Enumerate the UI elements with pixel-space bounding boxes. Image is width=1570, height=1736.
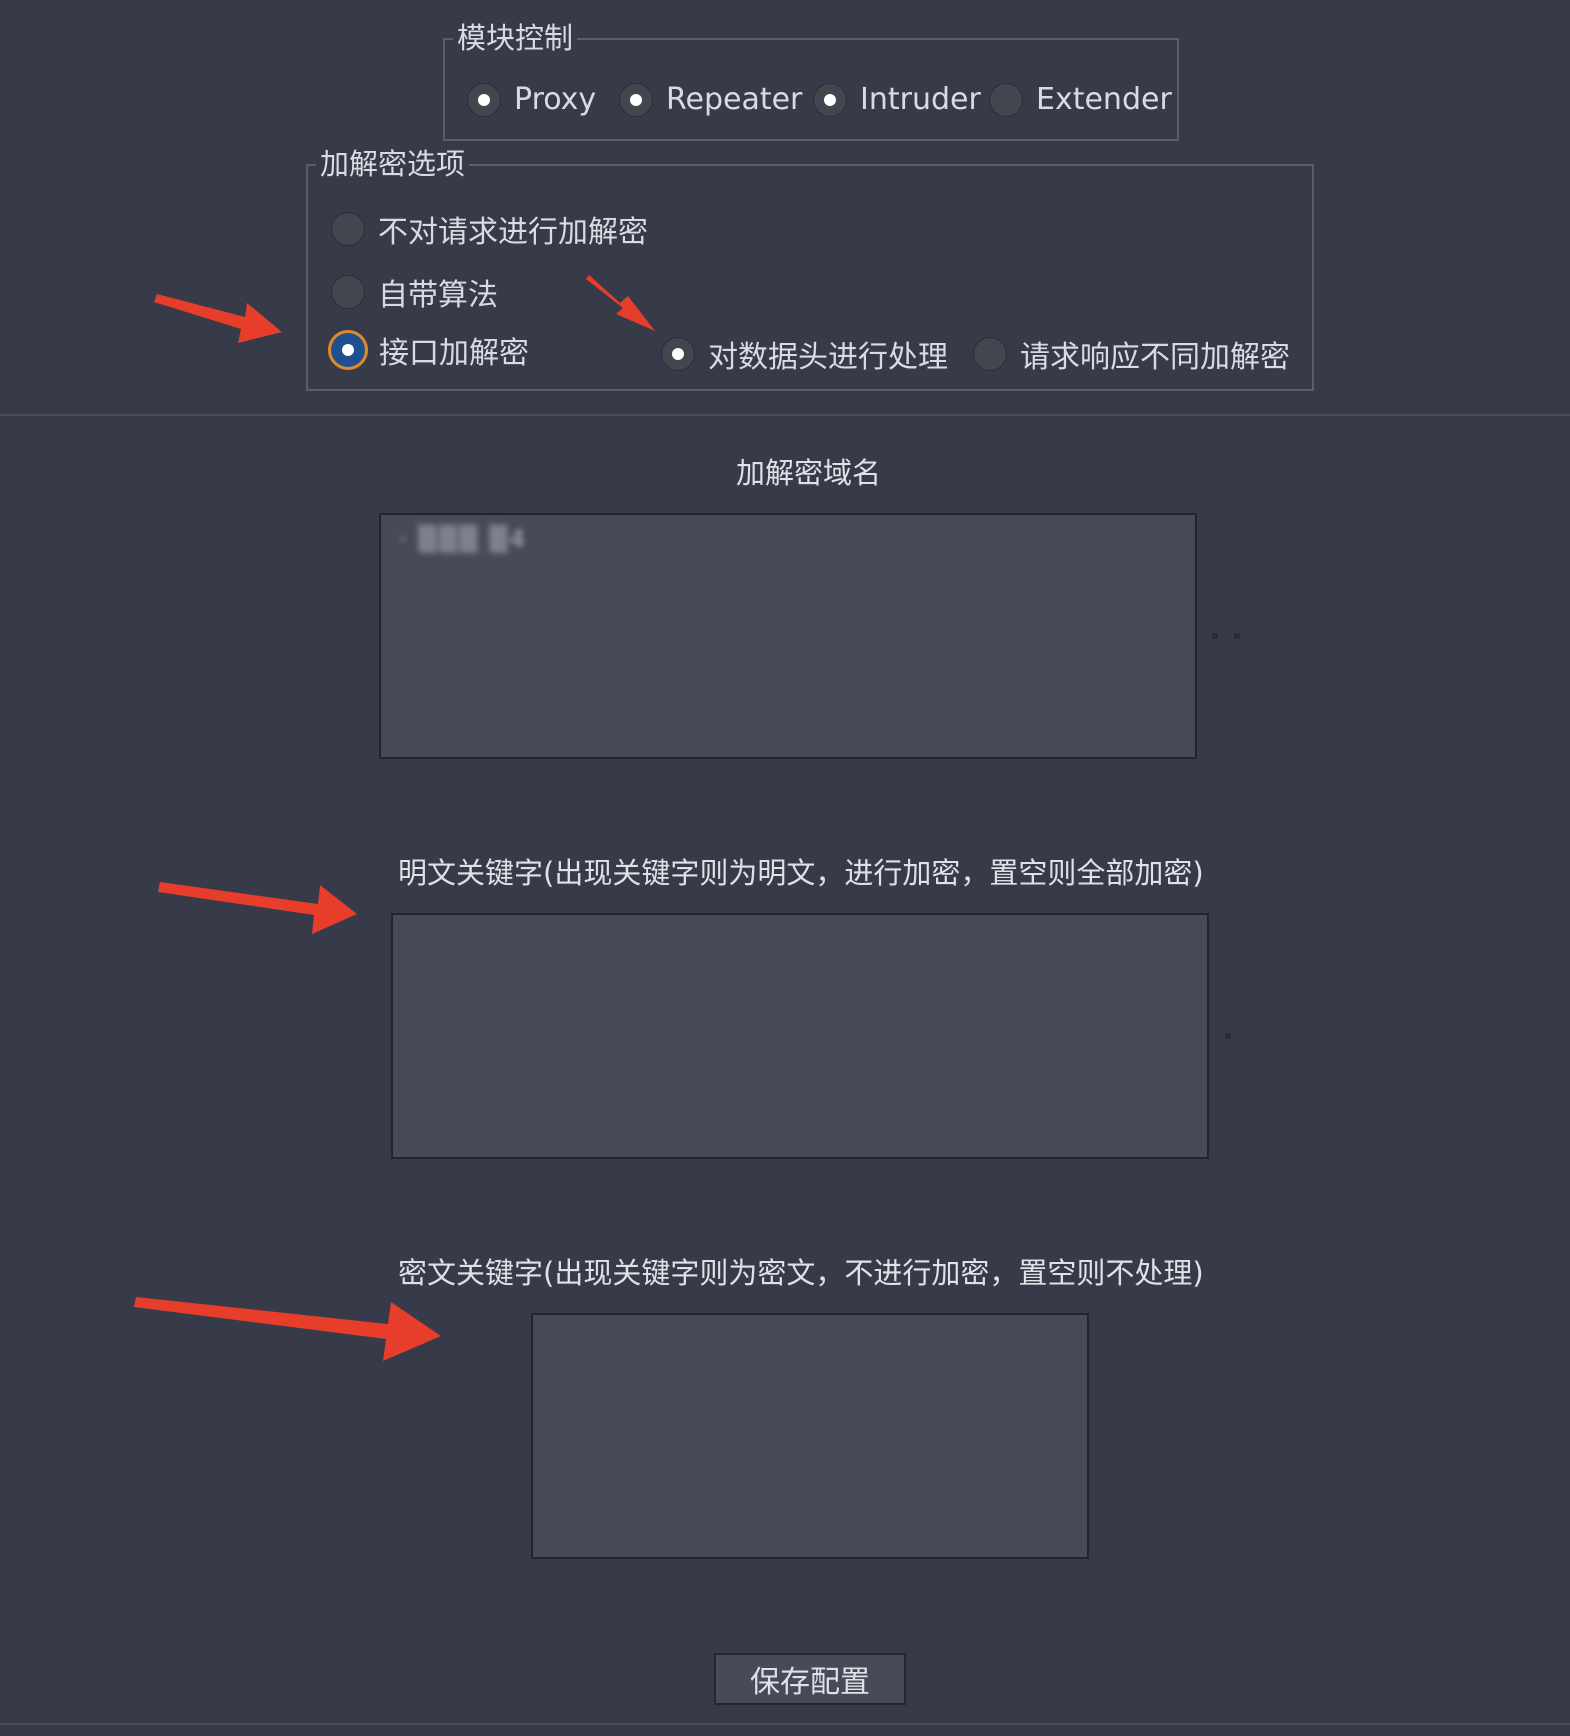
radio-proxy-label: Proxy xyxy=(514,82,597,117)
radio-dot-proxy[interactable] xyxy=(467,82,501,117)
red-arrow-icon xyxy=(158,882,357,934)
radio-no-crypto[interactable]: 不对请求进行加解密 xyxy=(331,207,648,251)
domain-label: 加解密域名 xyxy=(736,456,882,490)
radio-dot-repeater[interactable] xyxy=(619,82,653,117)
red-arrow-icon xyxy=(154,294,282,343)
section-divider xyxy=(0,414,1570,416)
cipher-keywords-label: 密文关键字(出现关键字则为密文，不进行加密，置空则不处理) xyxy=(398,1256,1204,1290)
radio-no-crypto-label: 不对请求进行加解密 xyxy=(378,215,648,250)
bottom-divider xyxy=(0,1723,1570,1725)
save-config-button[interactable]: 保存配置 xyxy=(714,1653,906,1705)
radio-repeater-label: Repeater xyxy=(666,82,803,117)
domain-value: · ▒▒▒ ▒4 xyxy=(399,525,527,553)
radio-builtin-algorithm[interactable]: 自带算法 xyxy=(331,270,498,314)
plain-keywords-textarea[interactable] xyxy=(391,913,1209,1159)
red-arrow-icon xyxy=(134,1297,441,1361)
radio-dot-intruder[interactable] xyxy=(813,82,847,117)
radio-dot-api-crypto[interactable] xyxy=(328,330,368,370)
resize-handle xyxy=(1234,633,1240,639)
radio-api-crypto[interactable]: 接口加解密 xyxy=(328,328,529,372)
plain-keywords-label: 明文关键字(出现关键字则为明文，进行加密，置空则全部加密) xyxy=(398,856,1204,890)
radio-extender-label: Extender xyxy=(1036,82,1172,117)
radio-diff-req-resp-label: 请求响应不同加解密 xyxy=(1020,340,1290,375)
radio-proxy[interactable]: Proxy xyxy=(467,82,596,117)
crypto-options-title: 加解密选项 xyxy=(316,144,470,184)
radio-builtin-label: 自带算法 xyxy=(378,278,498,313)
radio-repeater[interactable]: Repeater xyxy=(619,82,802,117)
radio-intruder-label: Intruder xyxy=(860,82,981,117)
radio-dot-no-crypto[interactable] xyxy=(331,212,365,246)
radio-process-headers[interactable]: 对数据头进行处理 xyxy=(661,332,948,376)
cipher-keywords-textarea[interactable] xyxy=(531,1313,1089,1559)
radio-dot-process-headers[interactable] xyxy=(661,337,695,371)
radio-dot-extender[interactable] xyxy=(989,82,1023,117)
module-control-title: 模块控制 xyxy=(453,18,578,58)
resize-handle xyxy=(1212,633,1218,639)
radio-dot-builtin[interactable] xyxy=(331,275,365,309)
radio-process-headers-label: 对数据头进行处理 xyxy=(708,340,948,375)
radio-api-crypto-label: 接口加解密 xyxy=(379,336,529,371)
radio-diff-req-resp[interactable]: 请求响应不同加解密 xyxy=(973,332,1290,376)
resize-handle xyxy=(1225,1033,1231,1039)
domain-textarea[interactable]: · ▒▒▒ ▒4 xyxy=(379,513,1197,759)
radio-extender[interactable]: Extender xyxy=(989,82,1172,117)
radio-intruder[interactable]: Intruder xyxy=(813,82,981,117)
radio-dot-diff-req-resp[interactable] xyxy=(973,337,1007,371)
